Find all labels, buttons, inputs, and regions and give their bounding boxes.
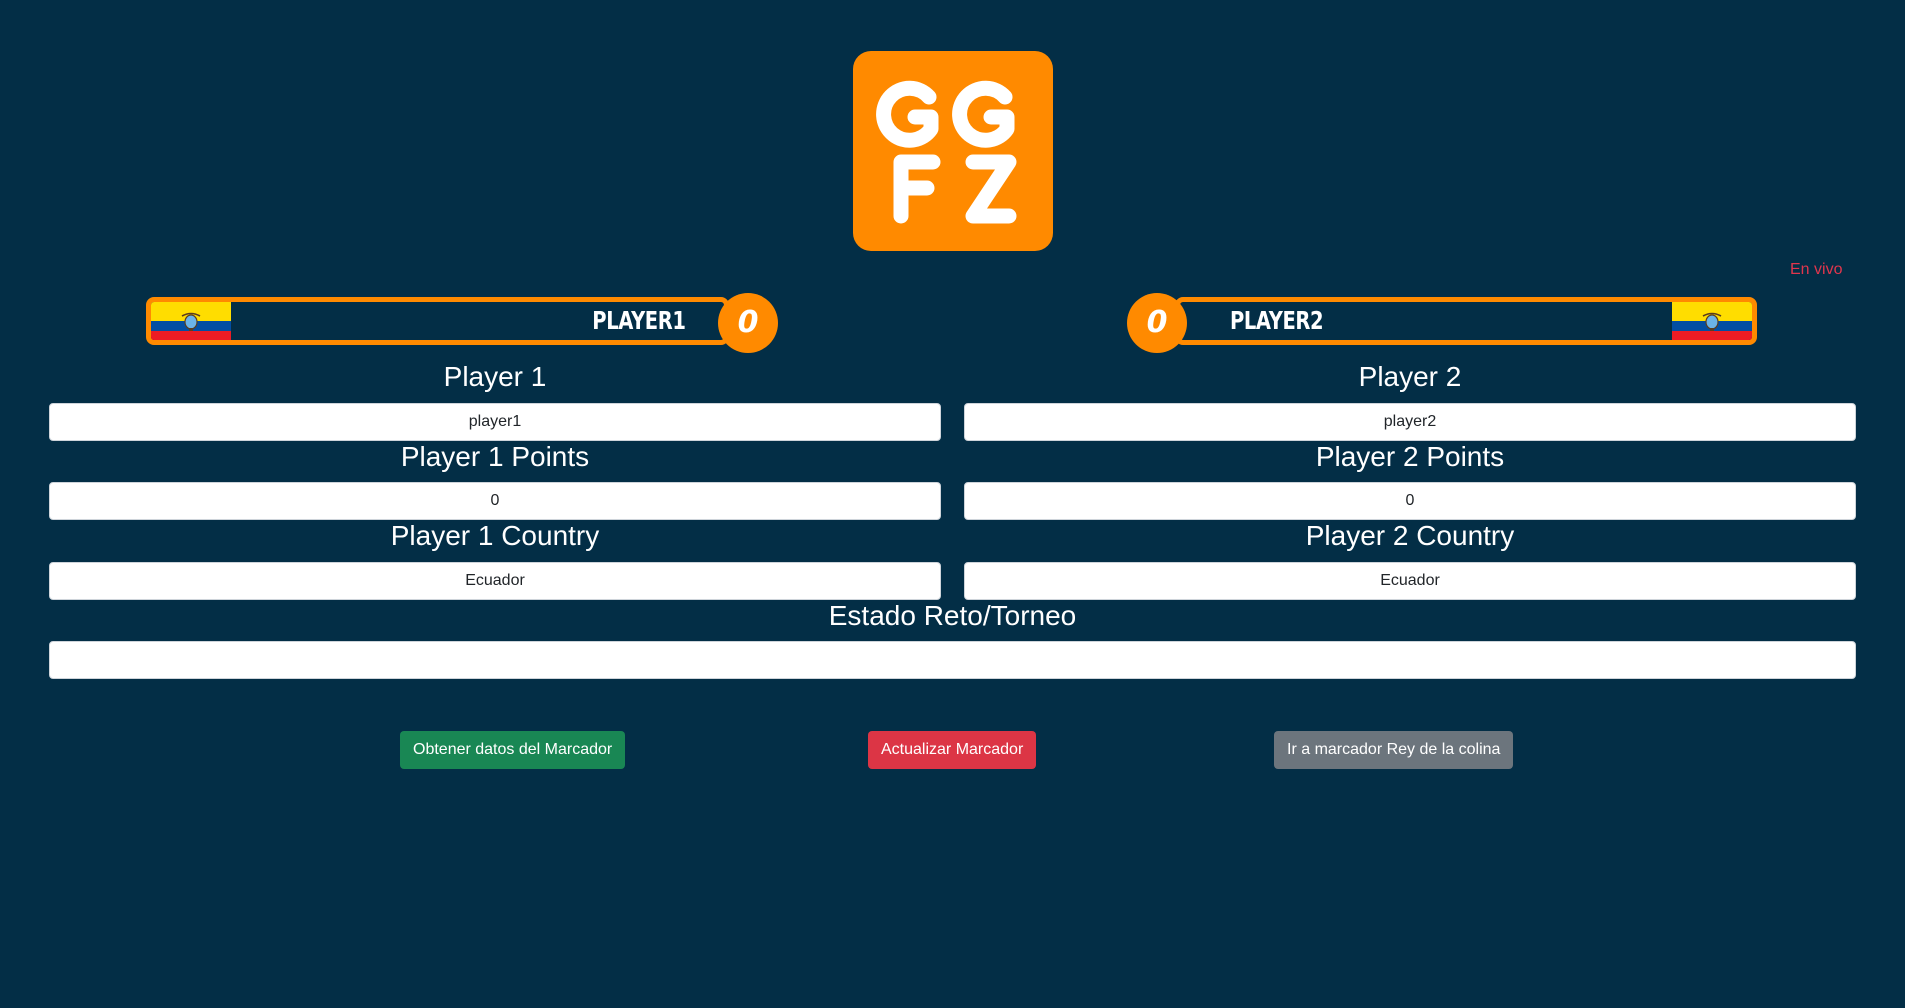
player2-country-input[interactable]	[964, 562, 1856, 600]
player1-scorebar: PLAYER1	[146, 297, 729, 345]
player1-points-label: Player 1 Points	[400, 441, 590, 472]
player2-country-label: Player 2 Country	[1305, 520, 1515, 551]
coat-of-arms-icon	[181, 312, 201, 331]
player1-name-input[interactable]	[49, 403, 941, 441]
status-input[interactable]	[49, 641, 1856, 679]
player1-name-display: PLAYER1	[592, 306, 687, 335]
logo-letters	[876, 80, 1017, 224]
coat-of-arms-icon	[1702, 312, 1722, 331]
ggfz-logo	[853, 51, 1053, 251]
player2-name-input[interactable]	[964, 403, 1856, 441]
player2-scorebar: PLAYER2	[1175, 297, 1757, 345]
player2-score-display: 0	[1127, 293, 1187, 353]
player1-country-label: Player 1 Country	[390, 520, 600, 551]
player1-country-input[interactable]	[49, 562, 941, 600]
player2-points-input[interactable]	[964, 482, 1856, 520]
live-link[interactable]: En vivo	[1790, 261, 1842, 279]
status-label: Estado Reto/Torneo	[828, 600, 1077, 631]
player1-label: Player 1	[443, 361, 547, 392]
player2-label: Player 2	[1358, 361, 1462, 392]
get-scoreboard-data-button[interactable]: Obtener datos del Marcador	[400, 731, 626, 769]
ecuador-flag-icon	[1672, 302, 1752, 340]
king-of-the-hill-button[interactable]: Ir a marcador Rey de la colina	[1274, 731, 1514, 769]
update-scoreboard-button[interactable]: Actualizar Marcador	[868, 731, 1037, 769]
player2-name-display: PLAYER2	[1230, 306, 1324, 335]
player2-points-label: Player 2 Points	[1315, 441, 1505, 472]
player1-score-display: 0	[718, 293, 778, 353]
ecuador-flag-icon	[151, 302, 231, 340]
player1-points-input[interactable]	[49, 482, 941, 520]
